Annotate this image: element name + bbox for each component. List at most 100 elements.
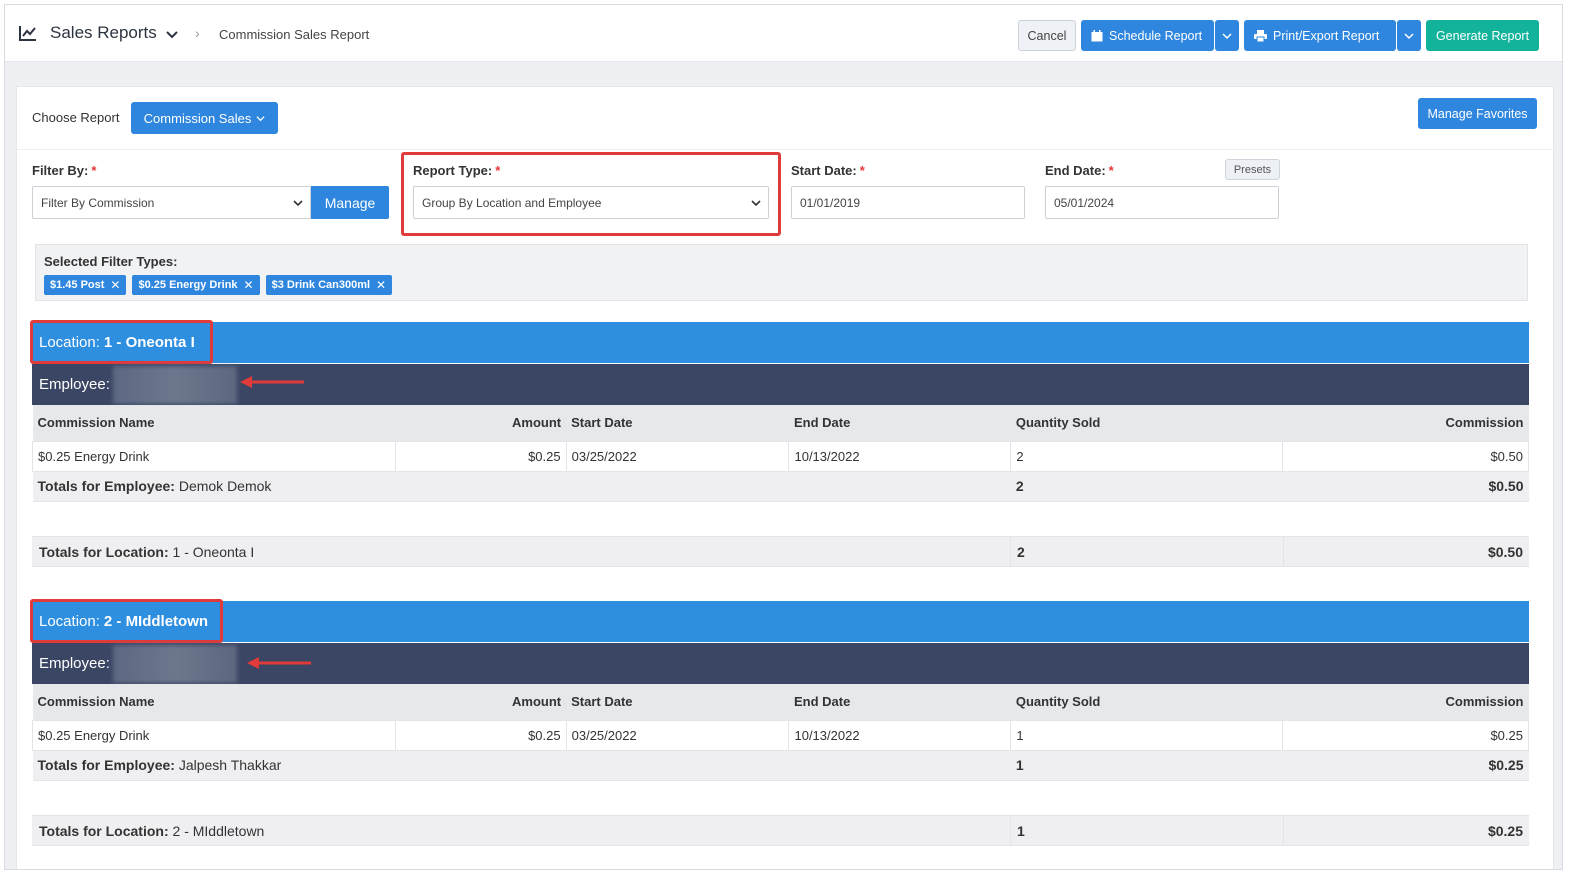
breadcrumb: Commission Sales Report	[219, 27, 370, 42]
choose-report-label: Choose Report	[32, 110, 120, 125]
location-total-row: Totals for Location: 1 - Oneonta I 2 $0.…	[32, 536, 1529, 567]
start-date-cell: 03/25/2022	[565, 719, 790, 751]
start-date-input[interactable]: 01/01/2019	[791, 186, 1025, 219]
end-date-input[interactable]: 05/01/2024	[1045, 186, 1279, 219]
column-header: End Date	[788, 684, 1011, 720]
manage-favorites-button[interactable]: Manage Favorites	[1418, 98, 1537, 129]
schedule-dropdown-button[interactable]	[1215, 20, 1239, 51]
employee-total-commission: $0.25	[1282, 749, 1529, 781]
report-select-dropdown[interactable]: Commission Sales	[131, 102, 278, 134]
quantity-cell: 2	[1010, 440, 1284, 472]
filter-by-label: Filter By: *	[32, 163, 97, 178]
end-date-label: End Date: *	[1045, 163, 1114, 178]
redacted-employee-name	[112, 644, 237, 683]
arrow-left-icon	[240, 376, 304, 388]
column-header: Quantity Sold	[1010, 684, 1283, 720]
employee-total-qty: 1	[1010, 749, 1283, 781]
generate-report-button[interactable]: Generate Report	[1426, 20, 1539, 51]
commission-cell: $0.25	[1282, 719, 1529, 751]
location-total-commission: $0.50	[1487, 544, 1523, 560]
schedule-report-button[interactable]: Schedule Report	[1081, 20, 1214, 51]
remove-tag-icon[interactable]: ✕	[376, 278, 386, 292]
employee-total-row: Totals for Employee: Demok Demok 2 $0.50	[32, 470, 1529, 502]
employee-prefix: Employee:	[39, 376, 110, 393]
employee-total-label-cell: Totals for Employee: Demok Demok	[32, 470, 1011, 502]
filter-tag: $3 Drink Can300ml ✕	[265, 275, 393, 295]
table-header-row: Commission Name Amount Start Date End Da…	[32, 405, 1529, 441]
chevron-down-icon	[293, 200, 303, 207]
location-total-label: Totals for Location: 2 - MIddletown	[39, 823, 265, 839]
remove-tag-icon[interactable]: ✕	[244, 278, 254, 292]
table-row: $0.25 Energy Drink $0.25 03/25/2022 10/1…	[32, 440, 1529, 472]
divider	[17, 149, 1553, 150]
printer-icon	[1254, 29, 1267, 42]
arrow-left-icon	[247, 657, 311, 669]
commission-name-cell: $0.25 Energy Drink	[32, 719, 396, 751]
filter-by-select[interactable]: Filter By Commission	[32, 186, 311, 219]
breadcrumb-separator-icon: ›	[195, 25, 200, 41]
location-total-label: Totals for Location: 1 - Oneonta I	[39, 544, 255, 560]
commission-table: Commission Name Amount Start Date End Da…	[32, 405, 1529, 502]
filter-by-value: Filter By Commission	[41, 195, 155, 210]
commission-table: Commission Name Amount Start Date End Da…	[32, 684, 1529, 781]
top-bar: Sales Reports › Commission Sales Report …	[5, 5, 1562, 62]
calendar-icon	[1091, 29, 1103, 41]
report-type-select[interactable]: Group By Location and Employee	[413, 186, 769, 219]
location-header: Location: 2 - MIddletown	[32, 601, 1529, 642]
commission-cell: $0.50	[1282, 440, 1529, 472]
line-chart-icon	[19, 26, 36, 41]
employee-total-row: Totals for Employee: Jalpesh Thakkar 1 $…	[32, 749, 1529, 781]
filter-tag: $0.25 Energy Drink ✕	[132, 275, 260, 295]
column-header: End Date	[788, 405, 1011, 441]
print-export-label: Print/Export Report	[1273, 28, 1380, 43]
column-header: Start Date	[566, 684, 789, 720]
chevron-down-icon	[1222, 32, 1232, 39]
end-date-cell: 10/13/2022	[788, 440, 1012, 472]
column-header: Amount	[395, 405, 567, 441]
amount-cell: $0.25	[394, 440, 567, 472]
chevron-down-icon	[256, 115, 265, 121]
filter-tag: $1.45 Post ✕	[44, 275, 127, 295]
print-dropdown-button[interactable]	[1397, 20, 1421, 51]
chevron-down-icon	[751, 200, 761, 207]
report-type-label: Report Type: *	[413, 163, 501, 178]
employee-total-label-cell: Totals for Employee: Jalpesh Thakkar	[32, 749, 1011, 781]
column-header: Start Date	[566, 405, 789, 441]
schedule-report-label: Schedule Report	[1109, 28, 1203, 43]
start-date-label: Start Date: *	[791, 163, 865, 178]
employee-total-commission: $0.50	[1282, 470, 1529, 502]
end-date-cell: 10/13/2022	[788, 719, 1012, 751]
table-row: $0.25 Energy Drink $0.25 03/25/2022 10/1…	[32, 719, 1529, 751]
selected-filters-panel: Selected Filter Types: $1.45 Post ✕ $0.25…	[35, 244, 1528, 301]
print-export-button[interactable]: Print/Export Report	[1244, 20, 1396, 51]
employee-prefix: Employee:	[39, 655, 110, 672]
filter-tags: $1.45 Post ✕ $0.25 Energy Drink ✕ $3 Drink…	[44, 275, 393, 295]
chevron-down-icon	[1404, 32, 1414, 39]
manage-filter-button[interactable]: Manage	[311, 186, 389, 219]
column-header: Commission	[1282, 684, 1529, 720]
commission-name-cell: $0.25 Energy Drink	[32, 440, 396, 472]
location-header: Location: 1 - Oneonta I	[32, 322, 1529, 363]
column-header: Commission	[1282, 405, 1529, 441]
app-window: Sales Reports › Commission Sales Report …	[4, 4, 1563, 870]
redacted-employee-name	[112, 365, 237, 404]
column-header: Commission Name	[32, 684, 396, 720]
column-header: Amount	[395, 684, 567, 720]
report-card: Choose Report Commission Sales Manage Fa…	[16, 86, 1554, 869]
chevron-down-icon[interactable]	[165, 27, 179, 41]
employee-total-qty: 2	[1010, 470, 1283, 502]
quantity-cell: 1	[1010, 719, 1284, 751]
app-title[interactable]: Sales Reports	[50, 23, 157, 43]
location-highlight	[30, 599, 223, 643]
location-total-qty: 1	[1017, 823, 1025, 839]
presets-button[interactable]: Presets	[1225, 159, 1280, 180]
remove-tag-icon[interactable]: ✕	[110, 278, 120, 292]
location-total-commission: $0.25	[1487, 823, 1523, 839]
report-type-value: Group By Location and Employee	[422, 195, 602, 210]
column-header: Quantity Sold	[1010, 405, 1283, 441]
location-total-row: Totals for Location: 2 - MIddletown 1 $0…	[32, 815, 1529, 846]
end-date-value: 05/01/2024	[1054, 195, 1115, 210]
amount-cell: $0.25	[394, 719, 567, 751]
table-header-row: Commission Name Amount Start Date End Da…	[32, 684, 1529, 720]
cancel-button[interactable]: Cancel	[1018, 20, 1076, 51]
